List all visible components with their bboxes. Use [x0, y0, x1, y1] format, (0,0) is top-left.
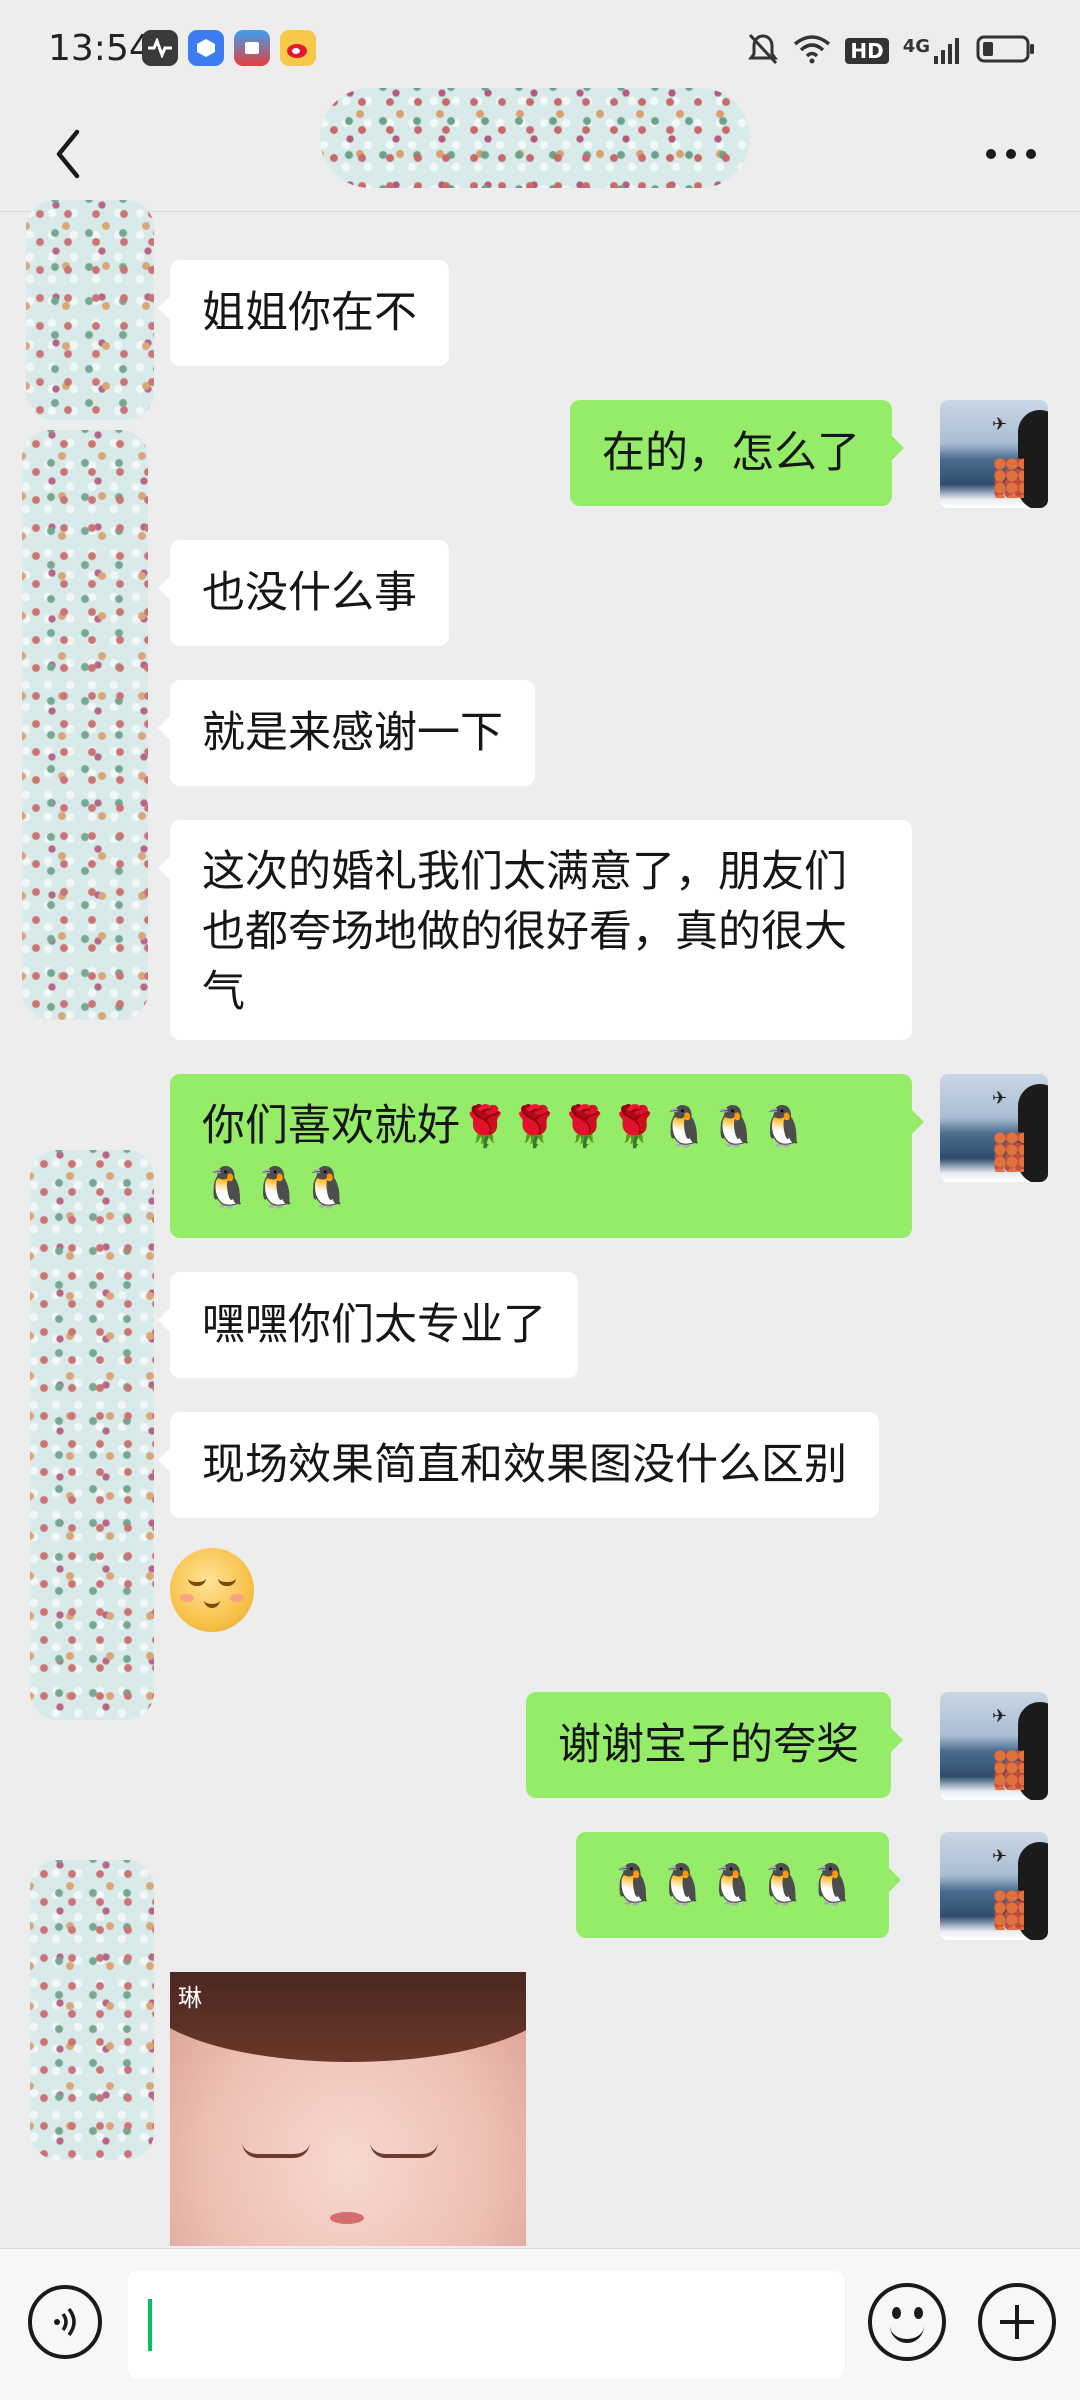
more-options-button[interactable]: [976, 124, 1046, 184]
message-text-line: 气: [202, 967, 245, 1017]
message-text-line: 这次的婚礼我们太满意了，朋友们: [202, 847, 847, 897]
more-plus-button[interactable]: [978, 2283, 1056, 2361]
contact-avatar-redacted[interactable]: [22, 430, 148, 1020]
message-bubble-outgoing[interactable]: 在的，怎么了: [570, 400, 904, 506]
more-dots-icon: [986, 149, 1036, 159]
shy-smile-emoji-sticker[interactable]: [170, 1548, 254, 1632]
rose-icon: 🌹: [460, 1104, 510, 1150]
text-caret: [148, 2299, 152, 2351]
status-time: 13:54: [48, 28, 152, 69]
chat-screen: 13:54 HD 4G 姐姐你在不 在的，怎么了 ✈ 也没什么事 就是来感谢一下…: [0, 0, 1080, 2400]
penguin-icon: 🐧: [659, 1104, 710, 1150]
self-avatar[interactable]: ✈: [940, 400, 1048, 508]
message-text: 在的，怎么了: [602, 428, 860, 478]
hd-badge: HD: [845, 38, 889, 64]
message-bubble-outgoing[interactable]: 🐧 🐧 🐧 🐧 🐧: [576, 1832, 902, 1938]
message-text: 嘿嘿你们太专业了: [202, 1300, 546, 1350]
back-chevron-icon: [56, 129, 80, 179]
message-input[interactable]: [128, 2271, 844, 2379]
rose-icon: 🌹: [559, 1104, 610, 1150]
contact-avatar-redacted[interactable]: [26, 200, 154, 420]
health-app-icon: [142, 30, 178, 66]
penguin-icon: 🐧: [657, 1862, 708, 1908]
image-watermark: 琳: [178, 1984, 202, 2012]
message-bubble-outgoing[interactable]: 谢谢宝子的夸奖: [526, 1692, 903, 1798]
self-avatar[interactable]: ✈: [940, 1074, 1048, 1182]
task-app-icon: [188, 30, 224, 66]
message-bubble-incoming[interactable]: 嘿嘿你们太专业了: [158, 1272, 578, 1378]
message-bubble-incoming[interactable]: 这次的婚礼我们太满意了，朋友们 也都夸场地做的很好看，真的很大 气: [158, 820, 912, 1040]
message-bubble-incoming[interactable]: 姐姐你在不: [158, 260, 449, 366]
voice-toggle-button[interactable]: [28, 2285, 102, 2359]
input-bar: [0, 2248, 1080, 2400]
battery-icon: [976, 34, 1036, 68]
mute-icon: [747, 32, 779, 70]
message-bubble-incoming[interactable]: 就是来感谢一下: [158, 680, 535, 786]
rose-icon: 🌹: [609, 1104, 660, 1150]
penguin-icon: 🐧: [757, 1862, 808, 1908]
chat-title-redacted: [320, 88, 750, 188]
network-type-label: 4G: [902, 36, 930, 57]
message-text: 就是来感谢一下: [202, 708, 503, 758]
penguin-icon: 🐧: [707, 1862, 758, 1908]
status-indicators: HD 4G: [747, 32, 1036, 70]
wifi-icon: [793, 34, 831, 68]
penguin-icon: 🐧: [807, 1862, 858, 1908]
message-bubble-incoming[interactable]: 也没什么事: [158, 540, 449, 646]
image-message[interactable]: 琳: [170, 1972, 526, 2246]
weibo-icon: [280, 30, 316, 66]
message-bubble-incoming[interactable]: 现场效果简直和效果图没什么区别: [158, 1412, 879, 1518]
penguin-icon: 🐧: [301, 1165, 352, 1211]
rose-icon: 🌹: [509, 1104, 560, 1150]
message-text: 你们喜欢就好: [202, 1101, 460, 1151]
status-app-icons: [142, 30, 316, 66]
shop-app-icon: [234, 30, 270, 66]
status-bar: 13:54 HD 4G: [0, 0, 1080, 100]
voice-toggle-icon: [54, 2307, 76, 2337]
contact-avatar-redacted[interactable]: [30, 1860, 154, 2160]
penguin-icon: 🐧: [608, 1862, 658, 1908]
message-bubble-outgoing[interactable]: 你们喜欢就好🌹🌹🌹🌹🐧🐧🐧 🐧🐧🐧: [170, 1074, 924, 1238]
penguin-icon: 🐧: [709, 1104, 759, 1150]
penguin-icon: 🐧: [758, 1104, 809, 1150]
message-text-line: 也都夸场地做的很好看，真的很大: [202, 907, 847, 957]
message-text: 现场效果简直和效果图没什么区别: [202, 1440, 847, 1490]
message-text: 姐姐你在不: [202, 288, 417, 338]
self-avatar[interactable]: ✈: [940, 1692, 1048, 1800]
back-button[interactable]: [38, 124, 98, 184]
penguin-icon: 🐧: [251, 1165, 302, 1211]
message-text: 也没什么事: [202, 568, 417, 618]
penguin-icon: 🐧: [202, 1165, 252, 1211]
message-text: 谢谢宝子的夸奖: [558, 1720, 859, 1770]
signal-icon: 4G: [903, 36, 962, 66]
emoji-button[interactable]: [868, 2283, 946, 2361]
contact-avatar-redacted[interactable]: [30, 1150, 154, 1720]
self-avatar[interactable]: ✈: [940, 1832, 1048, 1940]
